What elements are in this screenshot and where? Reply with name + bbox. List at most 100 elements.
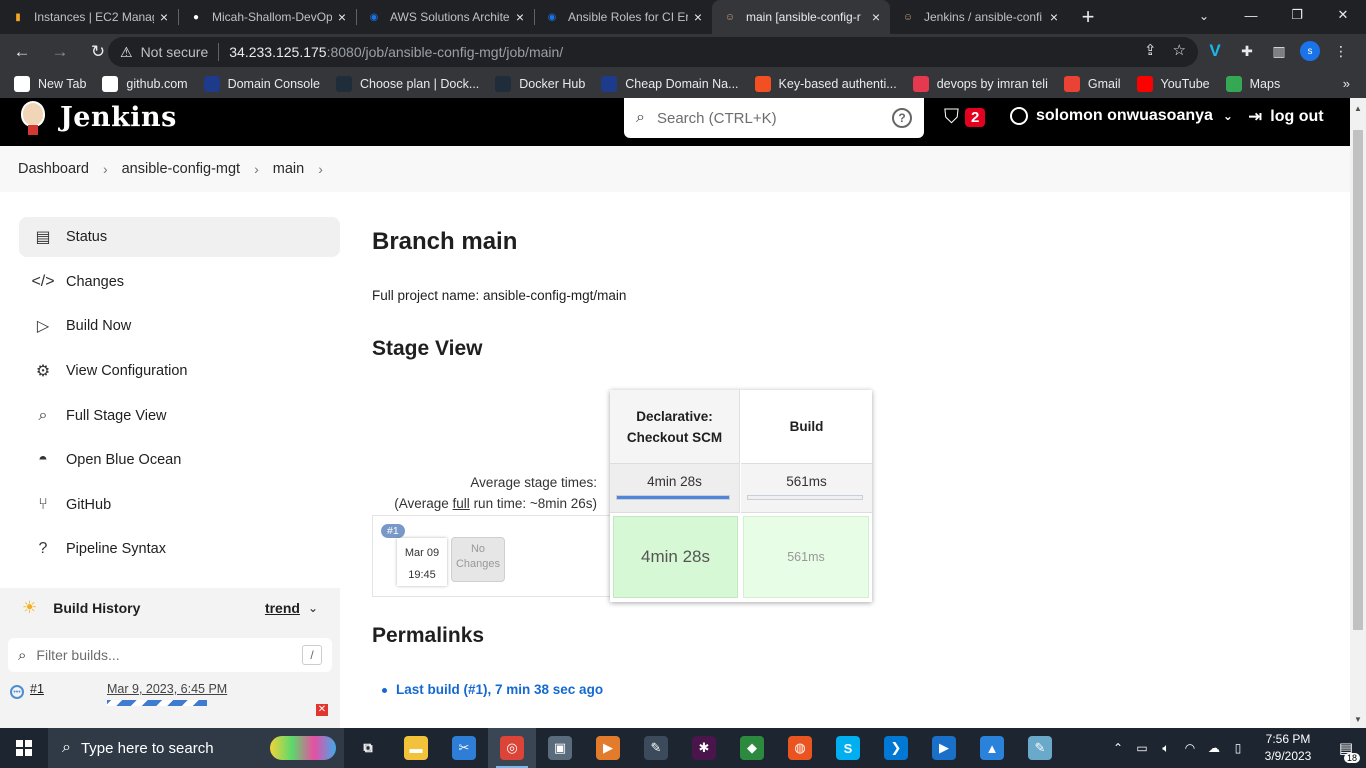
chevron-right-icon[interactable]: ›: [318, 161, 323, 177]
bookmark-item[interactable]: Domain Console: [203, 76, 320, 92]
search-help-icon[interactable]: ?: [892, 108, 912, 128]
taskbar-app[interactable]: ▶: [584, 728, 632, 768]
run-badge[interactable]: #1: [381, 524, 405, 538]
close-window-icon[interactable]: ✕: [1320, 0, 1366, 30]
taskbar-clock[interactable]: 7:56 PM 3/9/2023: [1250, 731, 1326, 765]
tab-search-icon[interactable]: ⌄: [1192, 4, 1216, 28]
more-bookmarks-icon[interactable]: »: [1343, 76, 1350, 91]
chevron-right-icon[interactable]: ›: [254, 161, 259, 177]
taskbar-app[interactable]: S: [824, 728, 872, 768]
taskbar-app[interactable]: ◎: [488, 728, 536, 768]
taskbar-app[interactable]: ⧉: [344, 728, 392, 768]
taskbar-app[interactable]: ▣: [536, 728, 584, 768]
close-tab-icon[interactable]: ×: [160, 9, 168, 25]
cloud-icon[interactable]: ☁: [1202, 741, 1226, 755]
task-pipeline-syntax[interactable]: ? Pipeline Syntax: [19, 529, 340, 569]
jenkins-search-input[interactable]: [656, 109, 892, 127]
task-status[interactable]: ▤ Status: [19, 217, 340, 257]
close-tab-icon[interactable]: ×: [694, 9, 702, 25]
volume-icon[interactable]: 🔈︎: [1154, 741, 1178, 756]
close-tab-icon[interactable]: ×: [516, 9, 524, 25]
bookmark-item[interactable]: github.com: [102, 76, 188, 92]
task-view-configuration[interactable]: ⚙ View Configuration: [19, 351, 340, 391]
device-icon[interactable]: ▯: [1226, 741, 1250, 755]
filter-builds-input[interactable]: [36, 647, 302, 663]
scroll-down-icon[interactable]: ▼: [1354, 715, 1362, 724]
share-icon[interactable]: ⇪: [1144, 41, 1157, 59]
browser-tab[interactable]: ◉ Ansible Roles for CI Er ×: [534, 0, 712, 34]
taskbar-app[interactable]: ▶: [920, 728, 968, 768]
permalink-last-build[interactable]: Last build (#1), 7 min 38 sec ago: [381, 682, 603, 697]
scroll-up-icon[interactable]: ▲: [1354, 104, 1362, 113]
breadcrumb-ansible-config-mgt[interactable]: ansible-config-mgt: [122, 161, 240, 177]
taskbar-app[interactable]: ✎: [1016, 728, 1064, 768]
taskbar-app[interactable]: ◆: [728, 728, 776, 768]
bookmark-item[interactable]: Cheap Domain Na...: [601, 76, 739, 92]
taskbar-app[interactable]: ✂: [440, 728, 488, 768]
battery-icon[interactable]: ▭: [1130, 741, 1154, 755]
taskbar-app[interactable]: ◍: [776, 728, 824, 768]
jenkins-home-link[interactable]: Jenkins: [18, 98, 177, 136]
user-menu[interactable]: solomon onwuasoanya ⌄: [1010, 107, 1233, 125]
bookmark-item[interactable]: Maps: [1225, 76, 1280, 92]
bookmark-item[interactable]: Key-based authenti...: [754, 76, 897, 92]
restore-icon[interactable]: ❐: [1274, 0, 1320, 30]
browser-tab[interactable]: ◉ AWS Solutions Archite ×: [356, 0, 534, 34]
bookmark-star-icon[interactable]: ☆: [1173, 41, 1186, 59]
address-bar[interactable]: ⚠ Not secure 34.233.125.175:8080/job/ans…: [108, 37, 1198, 67]
bookmark-item[interactable]: YouTube: [1136, 76, 1210, 92]
taskbar-app[interactable]: ✱: [680, 728, 728, 768]
wifi-icon[interactable]: ◠: [1178, 741, 1202, 755]
chevron-up-icon[interactable]: ⌃: [1106, 741, 1130, 755]
bookmark-item[interactable]: New Tab: [14, 76, 86, 92]
extensions-puzzle-icon[interactable]: ✚: [1236, 38, 1258, 64]
bookmark-item[interactable]: Docker Hub: [495, 76, 585, 92]
no-changes-box[interactable]: No Changes: [451, 537, 505, 582]
browser-tab[interactable]: ▮ Instances | EC2 Manag ×: [0, 0, 178, 34]
chevron-down-icon[interactable]: ⌄: [1223, 109, 1233, 123]
bookmark-item[interactable]: Choose plan | Dock...: [336, 76, 479, 92]
logout-link[interactable]: ⇥ log out: [1248, 107, 1324, 127]
avg-run-full-link[interactable]: full: [453, 496, 470, 511]
task-changes[interactable]: </> Changes: [19, 262, 340, 302]
start-button[interactable]: [0, 728, 48, 768]
stage-cell-checkout-scm[interactable]: 4min 28s: [613, 516, 738, 598]
back-icon[interactable]: ←: [6, 36, 38, 68]
browser-tab[interactable]: ☺ main [ansible-config-r ×: [712, 0, 890, 34]
task-open-blue-ocean[interactable]: ◓ Open Blue Ocean: [19, 440, 340, 480]
notification-center-icon[interactable]: ▤ 18: [1326, 739, 1366, 763]
new-tab-button[interactable]: +: [1068, 0, 1108, 34]
taskbar-search-input[interactable]: [80, 739, 251, 757]
browser-tab[interactable]: ● Micah-Shallom-DevOp ×: [178, 0, 356, 34]
close-tab-icon[interactable]: ×: [1050, 9, 1058, 25]
vimeo-extension-icon[interactable]: V: [1204, 38, 1226, 64]
chevron-right-icon[interactable]: ›: [103, 161, 108, 177]
taskbar-app[interactable]: ▬: [392, 728, 440, 768]
close-tab-icon[interactable]: ×: [872, 9, 880, 25]
taskbar-app[interactable]: ▲: [968, 728, 1016, 768]
page-scrollbar[interactable]: ▲ ▼: [1350, 98, 1366, 728]
stage-cell-build[interactable]: 561ms: [743, 516, 869, 598]
menu-kebab-icon[interactable]: ⋮: [1330, 38, 1352, 64]
taskbar-app[interactable]: ✎: [632, 728, 680, 768]
security-alerts[interactable]: ⛉ 2: [944, 106, 986, 129]
taskbar-app[interactable]: ❯: [872, 728, 920, 768]
bookmark-item[interactable]: Gmail: [1063, 76, 1121, 92]
cancel-build-icon[interactable]: ✕: [316, 704, 328, 716]
scrollbar-thumb[interactable]: [1353, 130, 1363, 630]
close-tab-icon[interactable]: ×: [338, 9, 346, 25]
build-number-link[interactable]: #1: [30, 682, 44, 696]
trend-link[interactable]: trend: [265, 600, 300, 616]
side-panel-icon[interactable]: ▥: [1268, 38, 1290, 64]
task-full-stage-view[interactable]: ⌕ Full Stage View: [19, 396, 340, 436]
task-build-now[interactable]: ▷ Build Now: [19, 306, 340, 346]
minimize-icon[interactable]: —: [1228, 0, 1274, 30]
breadcrumb-main[interactable]: main: [273, 161, 304, 177]
chevron-down-icon[interactable]: ⌄: [308, 601, 318, 615]
breadcrumb-dashboard[interactable]: Dashboard: [18, 161, 89, 177]
browser-tab[interactable]: ☺ Jenkins / ansible-confi ×: [890, 0, 1068, 34]
forward-icon[interactable]: →: [44, 36, 76, 68]
profile-avatar[interactable]: s: [1300, 41, 1320, 61]
bookmark-item[interactable]: devops by imran teli: [912, 76, 1048, 92]
build-date-link[interactable]: Mar 9, 2023, 6:45 PM: [107, 682, 227, 696]
